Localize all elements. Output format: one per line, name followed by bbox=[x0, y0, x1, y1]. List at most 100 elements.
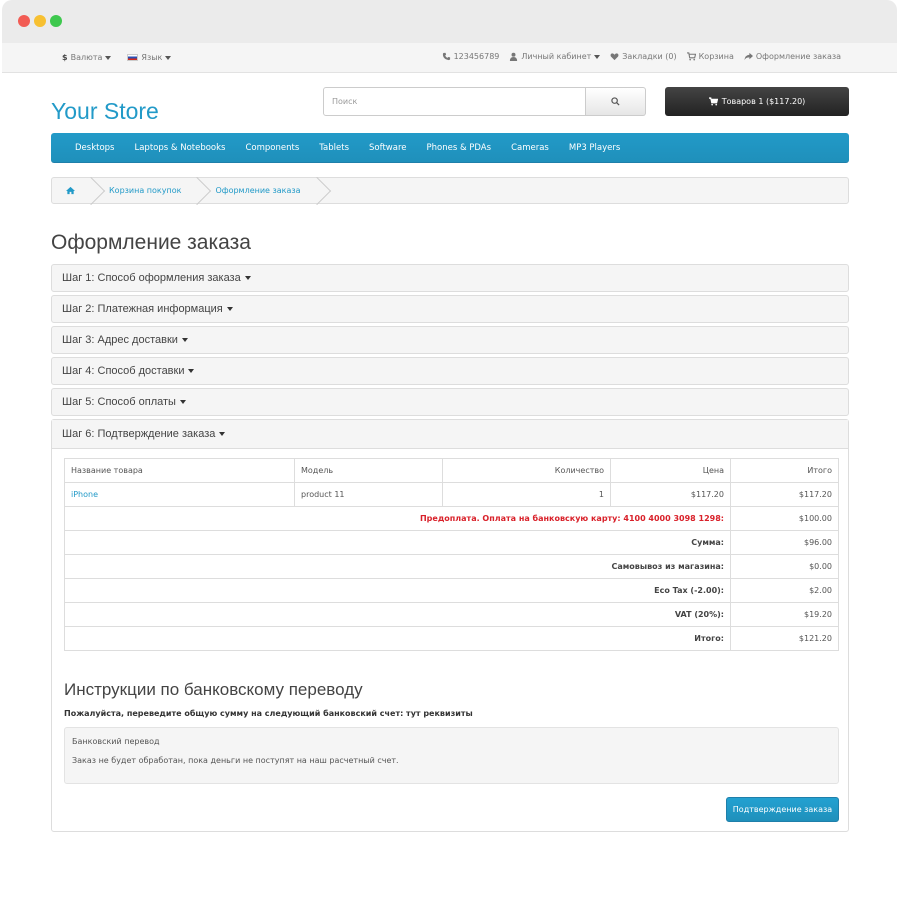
minimize-window-dot[interactable] bbox=[34, 15, 46, 27]
chevron-down-icon bbox=[179, 400, 186, 405]
totals-value: $121.20 bbox=[730, 626, 839, 651]
close-window-dot[interactable] bbox=[18, 15, 30, 27]
menu-item-components[interactable]: Components bbox=[235, 143, 309, 153]
language-dropdown[interactable]: Язык bbox=[127, 53, 172, 62]
top-bar: $ Валюта Язык 123456789 Личный кабинет З… bbox=[2, 43, 897, 73]
totals-row: Итого: $121.20 bbox=[64, 626, 839, 651]
currency-label: Валюта bbox=[70, 53, 103, 62]
language-label: Язык bbox=[141, 53, 163, 62]
product-price: $117.20 bbox=[610, 482, 731, 507]
step-label: Шаг 2: Платежная информация bbox=[62, 303, 223, 315]
checkout-steps: Шаг 1: Способ оформления заказа Шаг 2: П… bbox=[51, 264, 849, 419]
bank-transfer-label: Банковский перевод bbox=[72, 737, 160, 746]
step-1-panel[interactable]: Шаг 1: Способ оформления заказа bbox=[51, 264, 849, 292]
totals-row: Самовывоз из магазина: $0.00 bbox=[64, 554, 839, 579]
menu-item-desktops[interactable]: Desktops bbox=[65, 143, 124, 153]
store-logo[interactable]: Your Store bbox=[51, 98, 159, 125]
totals-value: $19.20 bbox=[730, 602, 839, 627]
chevron-down-icon bbox=[244, 276, 251, 281]
search-bar: Поиск bbox=[323, 87, 646, 116]
table-header-row: Название товара Модель Количество Цена И… bbox=[64, 458, 839, 483]
browser-window: $ Валюта Язык 123456789 Личный кабинет З… bbox=[2, 0, 897, 900]
totals-label: Самовывоз из магазина: bbox=[64, 554, 731, 579]
totals-value: $96.00 bbox=[730, 530, 839, 555]
chevron-down-icon bbox=[188, 369, 195, 374]
chevron-down-icon bbox=[594, 54, 601, 59]
bank-instructions-title: Инструкции по банковскому переводу bbox=[64, 680, 363, 699]
checkout-link[interactable]: Оформление заказа bbox=[744, 52, 841, 61]
shopping-cart-icon bbox=[686, 52, 696, 61]
menu-item-laptops[interactable]: Laptops & Notebooks bbox=[124, 143, 235, 153]
totals-label: VAT (20%): bbox=[64, 602, 731, 627]
column-header: Название товара bbox=[64, 458, 295, 483]
chevron-down-icon bbox=[165, 55, 172, 60]
step-6-header[interactable]: Шаг 6: Подтверждение заказа bbox=[52, 420, 848, 449]
totals-row: VAT (20%): $19.20 bbox=[64, 602, 839, 627]
chevron-down-icon bbox=[219, 432, 226, 437]
product-model: product 11 bbox=[294, 482, 443, 507]
column-header: Модель bbox=[294, 458, 443, 483]
totals-row: Сумма: $96.00 bbox=[64, 530, 839, 555]
step-4-panel[interactable]: Шаг 4: Способ доставки bbox=[51, 357, 849, 385]
totals-value: $2.00 bbox=[730, 578, 839, 603]
phone-number: 123456789 bbox=[453, 52, 500, 61]
menu-item-phones[interactable]: Phones & PDAs bbox=[417, 143, 502, 153]
totals-label: Eco Tax (-2.00): bbox=[64, 578, 731, 603]
breadcrumb-cart[interactable]: Корзина покупок bbox=[95, 178, 201, 203]
russian-flag-icon bbox=[127, 54, 139, 61]
search-button[interactable] bbox=[586, 87, 646, 116]
column-header: Цена bbox=[610, 458, 731, 483]
currency-symbol: $ bbox=[62, 53, 68, 62]
cart-total-button[interactable]: Товаров 1 ($117.20) bbox=[665, 87, 849, 116]
currency-dropdown[interactable]: $ Валюта bbox=[62, 53, 112, 62]
product-quantity: 1 bbox=[442, 482, 611, 507]
window-titlebar bbox=[2, 0, 897, 43]
step-label: Шаг 5: Способ оплаты bbox=[62, 396, 176, 408]
checkout-label: Оформление заказа bbox=[755, 52, 841, 61]
table-row: iPhone product 11 1 $117.20 $117.20 bbox=[64, 482, 839, 507]
menu-item-tablets[interactable]: Tablets bbox=[309, 143, 359, 153]
step-label: Шаг 6: Подтверждение заказа bbox=[62, 428, 216, 440]
step-3-panel[interactable]: Шаг 3: Адрес доставки bbox=[51, 326, 849, 354]
column-header: Количество bbox=[442, 458, 611, 483]
menu-item-cameras[interactable]: Cameras bbox=[501, 143, 559, 153]
step-label: Шаг 1: Способ оформления заказа bbox=[62, 272, 241, 284]
breadcrumb-home[interactable] bbox=[52, 178, 95, 203]
menu-item-mp3[interactable]: MP3 Players bbox=[559, 143, 630, 153]
totals-label: Итого: bbox=[64, 626, 731, 651]
wishlist-link[interactable]: Закладки (0) bbox=[610, 52, 677, 61]
totals-value: $100.00 bbox=[730, 506, 839, 531]
step-label: Шаг 3: Адрес доставки bbox=[62, 334, 178, 346]
totals-label: Сумма: bbox=[64, 530, 731, 555]
shopping-cart-icon bbox=[708, 97, 718, 106]
bank-instructions-box: Банковский перевод Заказ не будет обрабо… bbox=[64, 727, 839, 784]
category-menu: Desktops Laptops & Notebooks Components … bbox=[51, 133, 849, 163]
confirm-order-button[interactable]: Подтверждение заказа bbox=[726, 797, 839, 822]
bank-instructions-subtitle: Пожалуйста, переведите общую сумму на сл… bbox=[64, 709, 473, 718]
bank-transfer-note: Заказ не будет обработан, пока деньги не… bbox=[72, 756, 399, 765]
chevron-down-icon bbox=[105, 55, 112, 60]
maximize-window-dot[interactable] bbox=[50, 15, 62, 27]
chevron-down-icon bbox=[181, 338, 188, 343]
order-table: Название товара Модель Количество Цена И… bbox=[64, 458, 839, 651]
step-label: Шаг 4: Способ доставки bbox=[62, 365, 185, 377]
search-icon bbox=[611, 97, 620, 106]
phone-link[interactable]: 123456789 bbox=[442, 52, 500, 61]
totals-value: $0.00 bbox=[730, 554, 839, 579]
menu-item-software[interactable]: Software bbox=[359, 143, 416, 153]
product-total: $117.20 bbox=[730, 482, 839, 507]
user-icon bbox=[509, 52, 518, 61]
breadcrumb-checkout[interactable]: Оформление заказа bbox=[201, 178, 320, 203]
step-5-panel[interactable]: Шаг 5: Способ оплаты bbox=[51, 388, 849, 416]
search-input[interactable]: Поиск bbox=[323, 87, 586, 116]
product-name-link[interactable]: iPhone bbox=[64, 482, 295, 507]
phone-icon bbox=[442, 52, 451, 61]
cart-link[interactable]: Корзина bbox=[686, 52, 734, 61]
chevron-down-icon bbox=[226, 307, 233, 312]
account-label: Личный кабинет bbox=[521, 52, 592, 61]
cart-label: Корзина bbox=[698, 52, 734, 61]
totals-label: Предоплата. Оплата на банковскую карту: … bbox=[64, 506, 731, 531]
step-2-panel[interactable]: Шаг 2: Платежная информация bbox=[51, 295, 849, 323]
account-dropdown[interactable]: Личный кабинет bbox=[509, 52, 601, 61]
totals-row: Предоплата. Оплата на банковскую карту: … bbox=[64, 506, 839, 531]
